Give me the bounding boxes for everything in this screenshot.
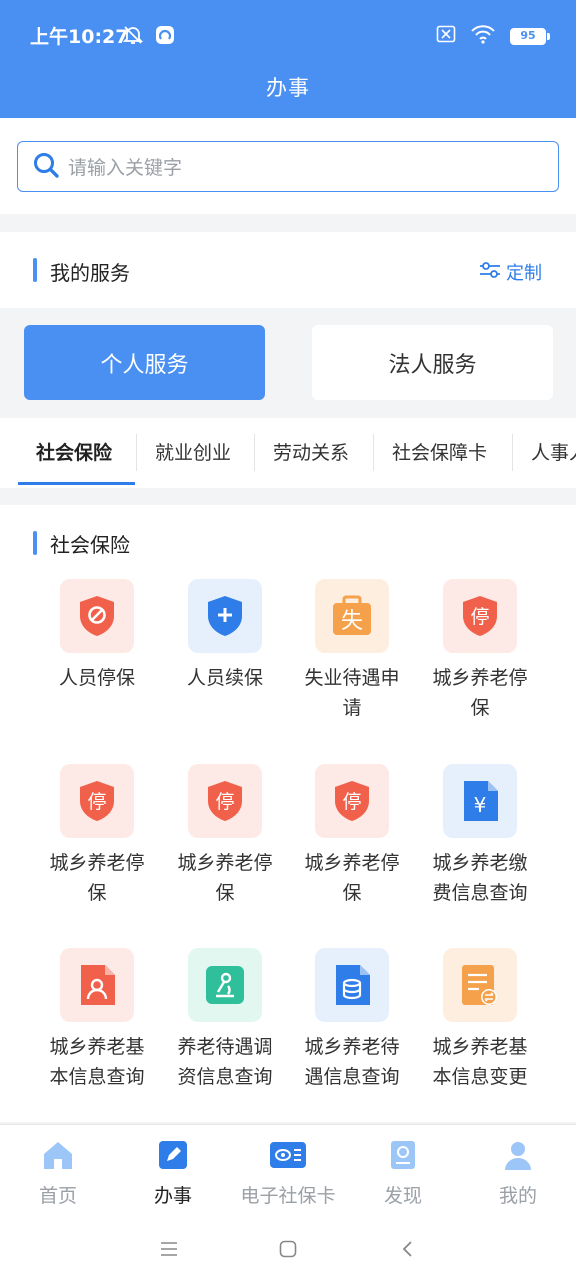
- tab-personnel[interactable]: 人事人: [531, 418, 576, 488]
- sliders-icon: [478, 260, 502, 285]
- svg-text:停: 停: [87, 791, 106, 813]
- service-item[interactable]: 停 城乡养老停保: [416, 579, 544, 723]
- shield-plus-icon: [188, 579, 262, 653]
- category-tabs: 社会保险 就业创业 劳动关系 社会保障卡 人事人: [0, 418, 576, 488]
- system-nav-bar: [0, 1220, 576, 1280]
- tab-e-social-card[interactable]: 电子社保卡: [230, 1139, 346, 1208]
- stop-shield-icon: 停: [60, 764, 134, 838]
- sim-off-icon: [436, 25, 456, 47]
- tab-discover[interactable]: 发现: [345, 1139, 461, 1208]
- service-item[interactable]: 养老待遇调资信息查询: [161, 948, 289, 1092]
- search-icon: [32, 151, 60, 183]
- my-services-header: 我的服务 定制: [0, 232, 576, 308]
- status-time: 上午10:27: [30, 26, 129, 48]
- tab-label: 我的: [498, 1185, 537, 1207]
- back-icon[interactable]: [393, 1234, 423, 1264]
- profile-icon: [502, 1142, 534, 1175]
- service-label: 人员续保: [186, 667, 263, 689]
- service-label: 城乡养老缴费信息查询: [432, 852, 528, 904]
- service-label: 城乡养老停保: [177, 852, 273, 904]
- tab-divider: [373, 434, 374, 471]
- tab-home[interactable]: 首页: [0, 1139, 116, 1208]
- status-right: 95: [436, 24, 550, 48]
- wifi-icon: [470, 24, 496, 48]
- tab-social-security-card[interactable]: 社会保障卡: [392, 418, 487, 488]
- service-type-switch: 个人服务 法人服务: [0, 308, 576, 418]
- app-notification-icon: [154, 24, 176, 50]
- edit-icon: [157, 1141, 189, 1175]
- status-left-icons: [122, 24, 176, 50]
- svg-text:¥: ¥: [474, 793, 487, 817]
- search-placeholder: 请输入关键字: [68, 157, 183, 179]
- yuan-document-icon: ¥: [443, 764, 517, 838]
- tab-services[interactable]: 办事: [115, 1139, 231, 1208]
- tab-label: 办事: [153, 1185, 192, 1207]
- service-label: 城乡养老待遇信息查询: [304, 1036, 400, 1088]
- stop-shield-icon: 停: [315, 764, 389, 838]
- customize-label: 定制: [506, 263, 542, 284]
- service-label: 城乡养老基本信息查询: [49, 1036, 145, 1088]
- my-services-title: 我的服务: [50, 261, 130, 285]
- tab-label: 电子社保卡: [240, 1185, 336, 1207]
- shield-ban-icon: [60, 579, 134, 653]
- stop-shield-icon: 停: [188, 764, 262, 838]
- service-item[interactable]: 城乡养老基本信息变更: [416, 948, 544, 1092]
- service-item[interactable]: 停 城乡养老停保: [33, 764, 161, 908]
- service-item[interactable]: 城乡养老待遇信息查询: [288, 948, 416, 1092]
- svg-text:停: 停: [470, 606, 489, 628]
- coins-document-icon: [315, 948, 389, 1022]
- legal-service-button[interactable]: 法人服务: [312, 325, 553, 400]
- service-item[interactable]: 失 失业待遇申请: [288, 579, 416, 723]
- service-item[interactable]: 城乡养老基本信息查询: [33, 948, 161, 1092]
- service-label: 城乡养老停保: [304, 852, 400, 904]
- search-input[interactable]: 请输入关键字: [17, 141, 559, 192]
- mute-bell-icon: [122, 24, 144, 50]
- tab-social-insurance[interactable]: 社会保险: [36, 418, 112, 488]
- app-header: 上午10:27 95 办事: [0, 0, 576, 118]
- service-label: 城乡养老停保: [49, 852, 145, 904]
- exchange-document-icon: [443, 948, 517, 1022]
- service-label: 城乡养老停保: [432, 667, 528, 719]
- home-square-icon[interactable]: [273, 1234, 303, 1264]
- card-icon: [268, 1142, 308, 1175]
- services-grid-card: 社会保险 人员停保 人员续保 失 失业待遇申请 停 城乡养老停保 停 城乡养老停…: [0, 505, 576, 1122]
- service-label: 人员停保: [58, 667, 135, 689]
- service-item[interactable]: 停 城乡养老停保: [288, 764, 416, 908]
- section-accent-bar: [33, 258, 37, 282]
- section-title: 社会保险: [50, 533, 130, 557]
- svg-text:停: 停: [215, 791, 234, 813]
- menu-icon[interactable]: [154, 1234, 184, 1264]
- microscope-icon: [188, 948, 262, 1022]
- tab-labor-relations[interactable]: 劳动关系: [273, 418, 349, 488]
- personal-service-button[interactable]: 个人服务: [24, 325, 265, 400]
- svg-text:失: 失: [341, 609, 363, 634]
- home-icon: [41, 1142, 75, 1175]
- customize-button[interactable]: 定制: [478, 259, 542, 285]
- page-title: 办事: [266, 76, 310, 100]
- tab-divider: [512, 434, 513, 471]
- service-label: 养老待遇调资信息查询: [177, 1036, 273, 1088]
- service-item[interactable]: ¥ 城乡养老缴费信息查询: [416, 764, 544, 908]
- service-item[interactable]: 人员续保: [161, 579, 289, 693]
- service-item[interactable]: 人员停保: [33, 579, 161, 693]
- search-area: 请输入关键字: [0, 118, 576, 214]
- bottom-tab-bar: 首页 办事 电子社保卡 发现 我的: [0, 1124, 576, 1220]
- service-item[interactable]: 停 城乡养老停保: [161, 764, 289, 908]
- person-document-icon: [60, 948, 134, 1022]
- svg-text:停: 停: [342, 791, 361, 813]
- discover-icon: [387, 1141, 419, 1175]
- service-label: 城乡养老基本信息变更: [432, 1036, 528, 1088]
- section-accent-bar: [33, 531, 37, 555]
- service-label: 失业待遇申请: [304, 667, 400, 719]
- tab-divider: [136, 434, 137, 471]
- tab-label: 首页: [38, 1185, 77, 1207]
- battery-indicator: 95: [510, 27, 550, 45]
- tab-label: 发现: [383, 1185, 422, 1207]
- stop-shield-icon: 停: [443, 579, 517, 653]
- tab-employment[interactable]: 就业创业: [155, 418, 231, 488]
- unemployment-bag-icon: 失: [315, 579, 389, 653]
- active-tab-indicator: [18, 482, 135, 485]
- tab-divider: [254, 434, 255, 471]
- tab-profile[interactable]: 我的: [460, 1139, 576, 1208]
